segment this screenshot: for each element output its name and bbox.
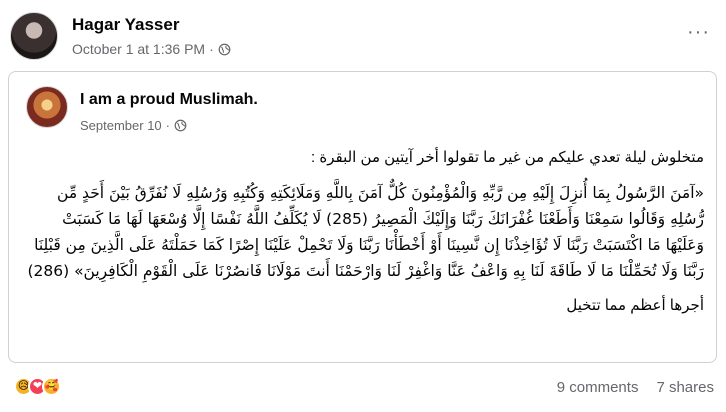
globe-icon[interactable] [174,119,187,132]
post-intro-text: متخلوش ليلة تعدي عليكم من غير ما تقولوا … [311,149,704,166]
post-stats: 9 comments 7 shares [557,379,714,396]
post-closing-text: أجرها أعظم مما تتخيل [566,297,704,314]
meta-separator: · [165,118,171,133]
meta-separator: · [209,41,214,57]
quran-verse-text: «آمَنَ الرَّسُولُ بِمَا أُنزِلَ إِلَيْهِ… [27,184,704,280]
author-avatar[interactable] [10,12,58,60]
shared-post-meta: September 10 · [80,118,187,133]
post-meta: October 1 at 1:36 PM · [72,41,231,57]
shared-post-body: متخلوش ليلة تعدي عليكم من غير ما تقولوا … [19,148,704,316]
comments-count-link[interactable]: 9 comments [557,379,639,396]
post-header: Hagar Yasser October 1 at 1:36 PM · ··· [10,10,716,60]
care-reaction-icon: 🥰 [42,377,61,396]
globe-icon[interactable] [218,43,231,56]
more-options-button[interactable]: ··· [687,22,710,42]
shared-post-timestamp[interactable]: September 10 [80,118,162,133]
reactions-summary[interactable]: 😥 ❤ 🥰 [14,377,61,396]
shared-post-card[interactable]: I am a proud Muslimah. September 10 · مت… [8,71,717,363]
shared-page-avatar[interactable] [26,86,68,128]
author-name[interactable]: Hagar Yasser [72,15,179,35]
shares-count-link[interactable]: 7 shares [656,379,714,396]
post-timestamp[interactable]: October 1 at 1:36 PM [72,41,205,57]
shared-page-name[interactable]: I am a proud Muslimah. [80,91,258,109]
